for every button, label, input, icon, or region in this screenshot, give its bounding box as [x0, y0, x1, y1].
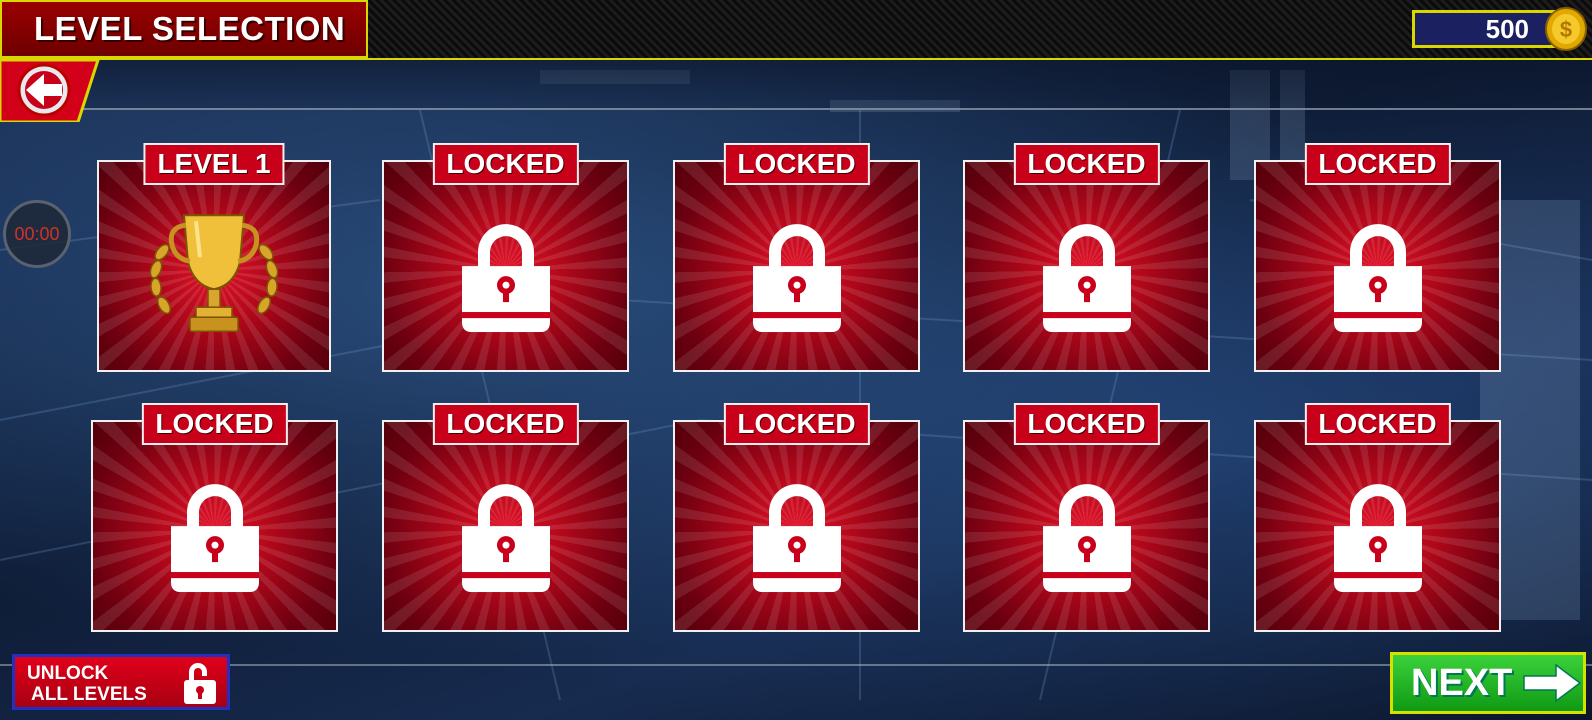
level-label: LOCKED — [432, 143, 579, 185]
level-label: LOCKED — [1304, 143, 1451, 185]
unlock-all-levels-button[interactable]: UNLOCK ALL LEVELS — [12, 654, 230, 710]
padlock-icon — [1042, 224, 1131, 333]
back-button[interactable] — [0, 60, 100, 122]
level-card-3[interactable]: LOCKED — [673, 143, 920, 372]
svg-text:$: $ — [1560, 17, 1572, 42]
padlock-icon — [752, 224, 841, 333]
level-label: LOCKED — [141, 403, 288, 445]
level-card-4[interactable]: LOCKED — [963, 143, 1210, 372]
level-label: LOCKED — [1013, 403, 1160, 445]
level-card-1[interactable]: LEVEL 1 — [97, 143, 331, 372]
padlock-icon — [461, 224, 550, 333]
padlock-icon — [461, 484, 550, 593]
level-card-5[interactable]: LOCKED — [1254, 143, 1501, 372]
level-label: LOCKED — [432, 403, 579, 445]
coin-icon: $ — [1545, 7, 1587, 51]
level-label: LOCKED — [1013, 143, 1160, 185]
back-arrow-icon — [17, 63, 71, 117]
level-label: LOCKED — [723, 403, 870, 445]
timer-display: 00:00 — [3, 200, 71, 268]
level-card-8[interactable]: LOCKED — [673, 403, 920, 632]
arrow-right-icon — [1523, 663, 1582, 703]
padlock-icon — [170, 484, 259, 593]
sub-bar — [0, 60, 1592, 110]
next-button[interactable]: NEXT — [1390, 652, 1586, 714]
bottom-divider — [0, 664, 1592, 666]
unlock-label-line1: UNLOCK — [27, 663, 109, 684]
level-card-7[interactable]: LOCKED — [382, 403, 629, 632]
level-card-9[interactable]: LOCKED — [963, 403, 1210, 632]
padlock-icon — [1333, 224, 1422, 333]
next-label: NEXT — [1411, 661, 1513, 704]
padlock-icon — [1042, 484, 1131, 593]
level-label: LOCKED — [723, 143, 870, 185]
level-label: LEVEL 1 — [143, 143, 285, 185]
unlock-label-line2: ALL LEVELS — [31, 684, 147, 705]
coin-count: 500 — [1485, 13, 1529, 44]
timer-value: 00:00 — [14, 223, 60, 244]
level-card-10[interactable]: LOCKED — [1254, 403, 1501, 632]
padlock-icon — [1333, 484, 1422, 593]
coin-counter: 500 — [1412, 10, 1562, 48]
trophy-icon — [149, 214, 279, 332]
padlock-icon — [752, 484, 841, 593]
level-card-2[interactable]: LOCKED — [382, 143, 629, 372]
title-panel: LEVEL SELECTION — [0, 0, 368, 58]
open-lock-icon — [184, 663, 216, 704]
level-card-6[interactable]: LOCKED — [91, 403, 338, 632]
page-title: LEVEL SELECTION — [34, 10, 346, 47]
level-label: LOCKED — [1304, 403, 1451, 445]
